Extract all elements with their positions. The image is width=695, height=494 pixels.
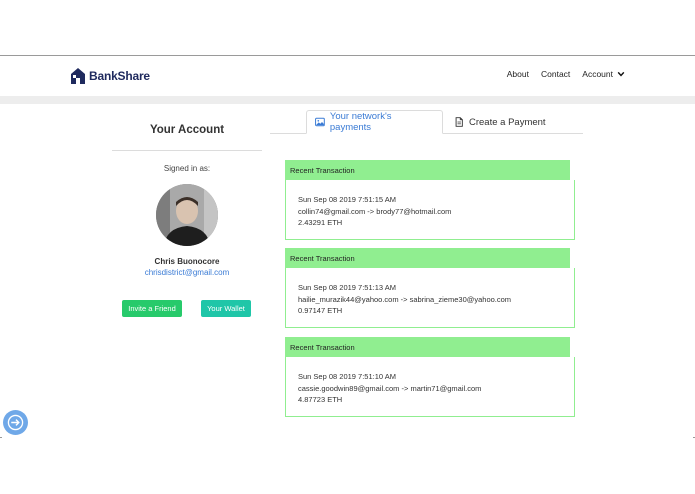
transaction-date: Sun Sep 08 2019 7:51:13 AM — [298, 283, 396, 292]
transaction-date: Sun Sep 08 2019 7:51:10 AM — [298, 372, 396, 381]
chevron-down-icon — [617, 71, 625, 77]
tab-network-label: Your network's payments — [329, 111, 392, 133]
nav-account-label: Account — [582, 69, 613, 79]
transaction-header: Recent Transaction — [285, 337, 570, 357]
transaction-parties: cassie.goodwin89@gmail.com -> martin71@g… — [298, 383, 482, 393]
transaction-header: Recent Transaction — [285, 160, 570, 180]
transaction-parties: collin74@gmail.com -> brody77@hotmail.co… — [298, 206, 452, 216]
signed-in-label: Signed in as: — [163, 164, 211, 173]
document-icon — [455, 117, 463, 127]
tab-create-payment[interactable]: Create a Payment — [446, 110, 578, 134]
tab-network-payments[interactable]: Your network's payments — [306, 110, 443, 134]
transaction-amount: 0.97147 ETH — [298, 306, 343, 315]
transaction-date: Sun Sep 08 2019 7:51:15 AM — [298, 195, 396, 204]
brand-name: BankShare — [89, 69, 150, 83]
nav-about-link[interactable]: About — [507, 69, 529, 79]
transaction-header: Recent Transaction — [285, 248, 570, 268]
tab-create-label: Create a Payment — [469, 116, 546, 128]
user-email[interactable]: chrisdistrict@gmail.com — [112, 268, 262, 277]
transaction-body: Sun Sep 08 2019 7:51:15 AM collin74@gmai… — [285, 180, 575, 240]
transaction-body: Sun Sep 08 2019 7:51:13 AM hailie_murazi… — [285, 268, 575, 328]
brand-link[interactable]: BankShare — [70, 66, 150, 86]
transaction-parties: hailie_murazik44@yahoo.com -> sabrina_zi… — [298, 294, 512, 304]
transaction-amount: 4.87723 ETH — [298, 395, 343, 404]
image-icon — [315, 117, 325, 127]
invite-friend-button[interactable]: Invite a Friend — [122, 300, 182, 317]
transaction-amount: 2.43291 ETH — [298, 218, 343, 227]
your-wallet-button[interactable]: Your Wallet — [201, 300, 251, 317]
user-name: Chris Buonocore — [154, 257, 220, 266]
account-title: Your Account — [149, 124, 225, 136]
nav-account-dropdown[interactable]: Account — [582, 69, 625, 79]
transaction-body: Sun Sep 08 2019 7:51:10 AM cassie.goodwi… — [285, 357, 575, 417]
nav-links: About Contact Account — [495, 69, 625, 79]
navbar: BankShare About Contact Account — [0, 56, 695, 96]
house-logo-icon — [71, 68, 85, 84]
account-divider — [112, 150, 262, 151]
nav-contact-link[interactable]: Contact — [541, 69, 570, 79]
arrow-right-circle-icon — [7, 414, 24, 431]
floating-action-button[interactable] — [3, 410, 28, 435]
payment-tabs: Your network's payments Create a Payment — [270, 110, 583, 134]
header-band — [0, 96, 695, 104]
avatar — [156, 184, 218, 246]
edge-marker — [0, 437, 2, 438]
